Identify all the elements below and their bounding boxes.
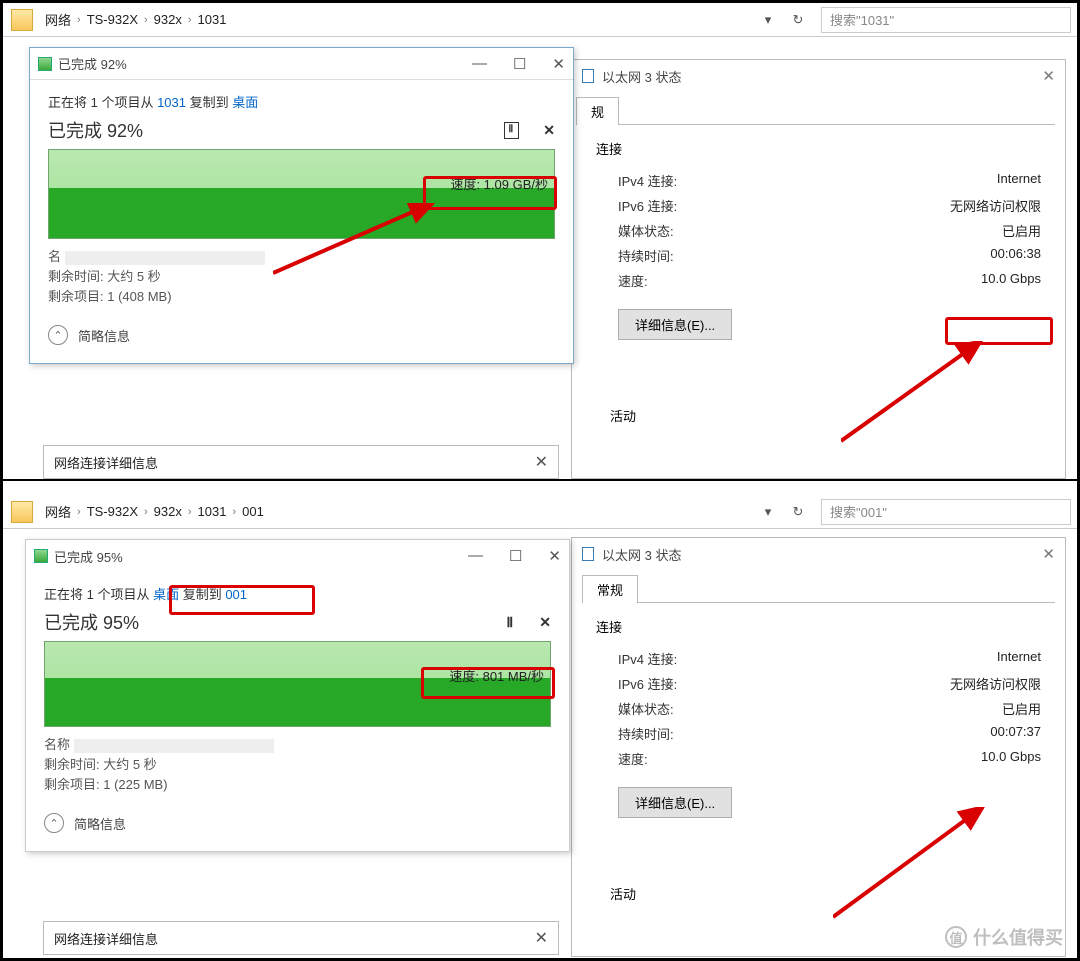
close-icon[interactable]: ✕ xyxy=(1042,545,1055,563)
breadcrumb[interactable]: 网络› TS-932X› 932x› 1031 xyxy=(41,10,751,29)
minimize-icon[interactable]: — xyxy=(468,547,483,565)
speed-label: 速度: 1.09 GB/秒 xyxy=(450,174,548,193)
status-row: IPv4 连接:Internet xyxy=(596,646,1041,671)
network-details-bar[interactable]: 网络连接详细信息✕ xyxy=(43,921,559,955)
address-bar: 网络› TS-932X› 932x› 1031› 001 ▾ ↻ 搜索"001" xyxy=(3,495,1077,529)
summary-toggle[interactable]: ⌃ 简略信息 xyxy=(48,325,555,345)
status-row: IPv6 连接:无网络访问权限 xyxy=(596,671,1041,696)
chevron-up-icon: ⌃ xyxy=(44,813,64,833)
activity-label: 活动 xyxy=(596,868,1041,903)
search-input[interactable]: 搜索"1031" xyxy=(821,7,1071,33)
speed-graph: 速度: 801 MB/秒 xyxy=(44,641,551,727)
chevron-right-icon: › xyxy=(230,506,238,518)
source-link[interactable]: 桌面 xyxy=(153,587,179,602)
speed-label: 速度: 801 MB/秒 xyxy=(449,666,544,685)
section-header: 连接 xyxy=(596,617,1041,636)
dialog-title: 已完成 95% xyxy=(54,547,123,566)
folder-icon xyxy=(11,501,33,523)
progress-percent: 已完成 95% xyxy=(44,609,139,635)
folder-icon xyxy=(11,9,33,31)
close-icon[interactable]: ✕ xyxy=(535,452,548,472)
dest-link[interactable]: 桌面 xyxy=(232,95,258,110)
dialog-title: 已完成 92% xyxy=(58,54,127,73)
refresh-icon[interactable]: ↻ xyxy=(787,504,809,520)
speed-graph: 速度: 1.09 GB/秒 xyxy=(48,149,555,239)
dest-link[interactable]: 001 xyxy=(225,587,247,602)
copy-progress-icon xyxy=(38,57,52,71)
chevron-right-icon: › xyxy=(75,506,83,518)
remaining-items: 剩余项目: 1 (225 MB) xyxy=(44,775,551,795)
chevron-right-icon: › xyxy=(186,14,194,26)
ethernet-icon xyxy=(582,69,594,83)
dropdown-icon[interactable]: ▾ xyxy=(757,504,779,520)
status-row: 媒体状态:已启用 xyxy=(596,696,1041,721)
remaining-items: 剩余项目: 1 (408 MB) xyxy=(48,287,555,307)
dialog-title: 以太网 3 状态 xyxy=(602,67,681,86)
maximize-icon[interactable]: ☐ xyxy=(513,55,526,73)
search-input[interactable]: 搜索"001" xyxy=(821,499,1071,525)
status-row: 持续时间:00:07:37 xyxy=(596,721,1041,746)
activity-label: 活动 xyxy=(596,390,1041,425)
copy-progress-dialog: 已完成 95% — ☐ ✕ 正在将 1 个项目从 桌面 复制到 001 已完成 … xyxy=(25,539,570,852)
chevron-right-icon: › xyxy=(75,14,83,26)
status-row: 速度:10.0 Gbps xyxy=(596,746,1041,771)
ethernet-status-dialog: 以太网 3 状态 ✕ 常规 连接 IPv4 连接:InternetIPv6 连接… xyxy=(571,537,1066,957)
pause-icon[interactable]: Ⅱ xyxy=(504,122,519,139)
progress-percent: 已完成 92% xyxy=(48,117,143,143)
chevron-right-icon: › xyxy=(142,14,150,26)
dropdown-icon[interactable]: ▾ xyxy=(757,12,779,28)
breadcrumb[interactable]: 网络› TS-932X› 932x› 1031› 001 xyxy=(41,502,751,521)
remaining-time: 剩余时间: 大约 5 秒 xyxy=(44,755,551,775)
refresh-icon[interactable]: ↻ xyxy=(787,12,809,28)
copy-progress-dialog: 已完成 92% — ☐ ✕ 正在将 1 个项目从 1031 复制到 桌面 已完成… xyxy=(29,47,574,364)
tab-general[interactable]: 常规 xyxy=(582,575,638,603)
close-icon[interactable]: ✕ xyxy=(1042,67,1055,85)
ethernet-icon xyxy=(582,547,594,561)
address-bar: 网络› TS-932X› 932x› 1031 ▾ ↻ 搜索"1031" xyxy=(3,3,1077,37)
close-icon[interactable]: ✕ xyxy=(552,55,565,73)
chevron-right-icon: › xyxy=(186,506,194,518)
network-details-bar[interactable]: 网络连接详细信息✕ xyxy=(43,445,559,479)
copy-progress-icon xyxy=(34,549,48,563)
pause-icon[interactable]: Ⅱ xyxy=(506,614,515,631)
watermark: 值 什么值得买 xyxy=(945,924,1063,950)
chevron-right-icon: › xyxy=(142,506,150,518)
close-icon[interactable]: ✕ xyxy=(535,928,548,948)
chevron-up-icon: ⌃ xyxy=(48,325,68,345)
status-row: IPv6 连接:无网络访问权限 xyxy=(596,193,1041,218)
status-row: IPv4 连接:Internet xyxy=(596,168,1041,193)
watermark-icon: 值 xyxy=(945,926,967,948)
copy-description: 正在将 1 个项目从 桌面 复制到 001 xyxy=(44,584,551,603)
dialog-title: 以太网 3 状态 xyxy=(602,545,681,564)
status-row: 媒体状态:已启用 xyxy=(596,218,1041,243)
tab-general[interactable]: 规 xyxy=(576,97,619,125)
summary-toggle[interactable]: ⌃ 简略信息 xyxy=(44,813,551,833)
close-icon[interactable]: ✕ xyxy=(548,547,561,565)
copy-description: 正在将 1 个项目从 1031 复制到 桌面 xyxy=(48,92,555,111)
status-row: 速度:10.0 Gbps xyxy=(596,268,1041,293)
ethernet-status-dialog: 以太网 3 状态 ✕ 规 连接 IPv4 连接:InternetIPv6 连接:… xyxy=(571,59,1066,479)
cancel-icon[interactable]: ✕ xyxy=(539,614,551,631)
details-button[interactable]: 详细信息(E)... xyxy=(618,309,732,340)
source-link[interactable]: 1031 xyxy=(157,95,186,110)
cancel-icon[interactable]: ✕ xyxy=(543,122,555,139)
minimize-icon[interactable]: — xyxy=(472,55,487,73)
status-row: 持续时间:00:06:38 xyxy=(596,243,1041,268)
details-button[interactable]: 详细信息(E)... xyxy=(618,787,732,818)
maximize-icon[interactable]: ☐ xyxy=(509,547,522,565)
remaining-time: 剩余时间: 大约 5 秒 xyxy=(48,267,555,287)
section-header: 连接 xyxy=(596,139,1041,158)
